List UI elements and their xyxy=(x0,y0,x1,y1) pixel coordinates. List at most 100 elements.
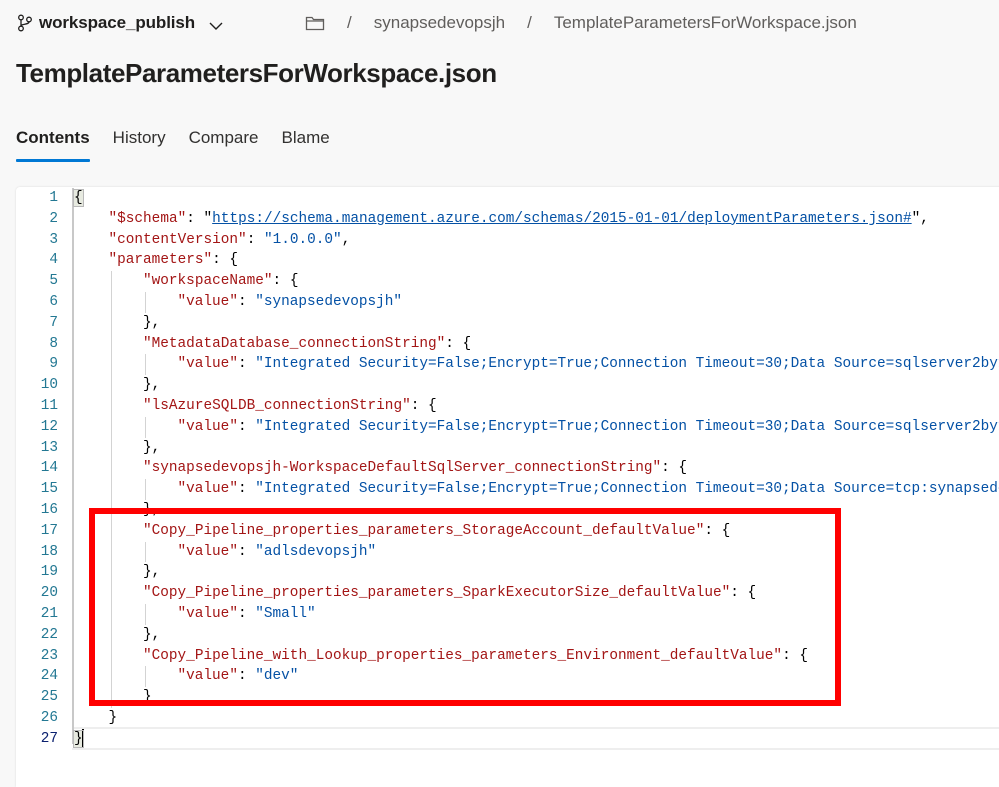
branch-selector[interactable]: workspace_publish xyxy=(17,11,223,35)
json-key: "value" xyxy=(178,356,238,372)
git-branch-icon xyxy=(17,14,33,32)
code-line[interactable]: 5 "workspaceName": { xyxy=(0,271,999,292)
tab-blame[interactable]: Blame xyxy=(282,124,330,158)
chevron-down-icon[interactable] xyxy=(209,18,223,28)
code-text: "lsAzureSQLDB_connectionString": { xyxy=(143,396,437,417)
json-punctuation: ", xyxy=(912,211,929,227)
breadcrumb-file: TemplateParametersForWorkspace.json xyxy=(554,13,857,33)
json-punctuation: " xyxy=(204,211,213,227)
indent-guide xyxy=(111,292,112,313)
line-number: 21 xyxy=(20,604,58,625)
code-line[interactable]: 13}, xyxy=(0,438,999,459)
json-punctuation: }, xyxy=(143,377,160,393)
code-line[interactable]: 9 "value": "Integrated Security=False;Enc… xyxy=(0,354,999,375)
code-line[interactable]: 6 "value": "synapsedevopsjh" xyxy=(0,292,999,313)
json-punctuation: : { xyxy=(273,273,299,289)
line-number: 5 xyxy=(20,271,58,292)
json-punctuation: : { xyxy=(411,398,437,414)
json-key: "value" xyxy=(178,419,238,435)
line-number: 8 xyxy=(20,334,58,355)
indent-guide xyxy=(111,271,112,292)
line-number: 27 xyxy=(20,729,58,750)
indent-guide xyxy=(111,396,112,417)
indent-guide xyxy=(111,313,112,334)
code-text: "$schema": "https://schema.management.az… xyxy=(109,209,929,230)
tab-history[interactable]: History xyxy=(113,124,166,158)
code-text: }, xyxy=(143,313,160,334)
folder-icon[interactable] xyxy=(305,15,325,31)
code-line[interactable]: 1{ xyxy=(0,188,999,209)
indent-guide xyxy=(111,479,112,500)
json-punctuation: }, xyxy=(143,315,160,331)
line-number: 17 xyxy=(20,521,58,542)
json-string: "1.0.0.0" xyxy=(264,232,342,248)
indent-guide xyxy=(145,417,146,438)
breadcrumb-folder[interactable]: synapsedevopsjh xyxy=(374,13,505,33)
code-line[interactable]: 4 "parameters": { xyxy=(0,250,999,271)
tab-contents[interactable]: Contents xyxy=(16,124,90,158)
json-punctuation: : xyxy=(238,481,255,497)
json-string: "Integrated Security=False;Encrypt=True;… xyxy=(255,356,999,372)
code-line[interactable]: 11"lsAzureSQLDB_connectionString": { xyxy=(0,396,999,417)
text-cursor xyxy=(82,729,84,747)
annotation-highlight-box xyxy=(89,508,841,706)
json-string: "synapsedevopsjh" xyxy=(255,294,402,310)
code-line[interactable]: 12"value": "Integrated Security=False;En… xyxy=(0,417,999,438)
code-line[interactable]: 26} xyxy=(0,708,999,729)
json-key: "value" xyxy=(178,481,238,497)
code-text: "synapsedevopsjh-WorkspaceDefaultSqlServ… xyxy=(143,458,687,479)
json-key: "synapsedevopsjh-WorkspaceDefaultSqlServ… xyxy=(143,460,661,476)
code-line[interactable]: 2"$schema": "https://schema.management.a… xyxy=(0,209,999,230)
json-key: "contentVersion" xyxy=(109,232,247,248)
line-number: 20 xyxy=(20,583,58,604)
indent-guide xyxy=(145,354,146,375)
code-line[interactable]: 3"contentVersion": "1.0.0.0", xyxy=(0,230,999,251)
code-line[interactable]: 10}, xyxy=(0,375,999,396)
json-key: "workspaceName" xyxy=(143,273,273,289)
tab-compare[interactable]: Compare xyxy=(189,124,259,158)
json-key: "$schema" xyxy=(109,211,187,227)
json-string: "Integrated Security=False;Encrypt=True;… xyxy=(255,481,999,497)
line-number: 9 xyxy=(20,354,58,375)
line-number: 26 xyxy=(20,708,58,729)
top-bar: workspace_publish / synapsedevopsjh / Te… xyxy=(0,0,999,46)
indent-guide xyxy=(111,458,112,479)
line-number: 14 xyxy=(20,458,58,479)
code-text: }, xyxy=(143,438,160,459)
json-punctuation: : xyxy=(186,211,203,227)
line-number: 4 xyxy=(20,250,58,271)
file-tabs: Contents History Compare Blame xyxy=(16,124,353,158)
breadcrumb: / synapsedevopsjh / TemplateParametersFo… xyxy=(305,11,857,35)
line-number: 10 xyxy=(20,375,58,396)
json-url-link[interactable]: https://schema.management.azure.com/sche… xyxy=(212,211,912,227)
code-text: } xyxy=(74,729,84,750)
code-line[interactable]: 15"value": "Integrated Security=False;En… xyxy=(0,479,999,500)
json-punctuation: : xyxy=(238,294,255,310)
code-text: "value": "Integrated Security=False;Encr… xyxy=(178,354,999,375)
json-punctuation: : { xyxy=(445,336,471,352)
json-key: "parameters" xyxy=(109,252,213,268)
line-number: 25 xyxy=(20,687,58,708)
line-number: 12 xyxy=(20,417,58,438)
code-line[interactable]: 27} xyxy=(0,729,999,750)
line-number: 18 xyxy=(20,542,58,563)
branch-name: workspace_publish xyxy=(39,13,195,33)
code-text: { xyxy=(74,188,83,209)
code-line[interactable]: 7}, xyxy=(0,313,999,334)
code-line[interactable]: 8"MetadataDatabase_connectionString": { xyxy=(0,334,999,355)
code-text: } xyxy=(109,708,118,729)
json-punctuation: { xyxy=(74,190,83,206)
json-punctuation: : xyxy=(238,419,255,435)
line-number: 6 xyxy=(20,292,58,313)
json-punctuation: } xyxy=(109,710,118,726)
json-punctuation: }, xyxy=(143,440,160,456)
indent-guide xyxy=(145,479,146,500)
code-line[interactable]: 14 "synapsedevopsjh-WorkspaceDefaultSqlSe… xyxy=(0,458,999,479)
code-text: "parameters": { xyxy=(109,250,239,271)
json-punctuation: , xyxy=(342,232,351,248)
indent-guide xyxy=(111,334,112,355)
line-number: 1 xyxy=(20,188,58,209)
json-key: "lsAzureSQLDB_connectionString" xyxy=(143,398,411,414)
code-text: "contentVersion": "1.0.0.0", xyxy=(109,230,351,251)
json-key: "value" xyxy=(178,294,238,310)
